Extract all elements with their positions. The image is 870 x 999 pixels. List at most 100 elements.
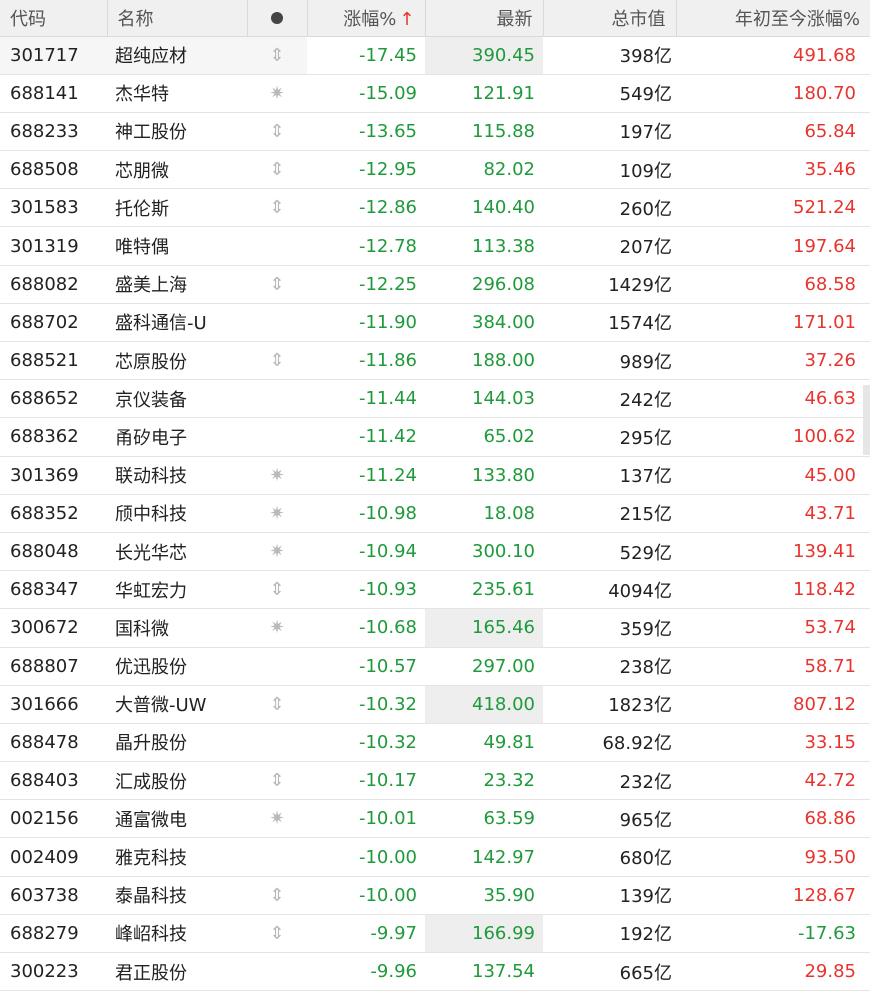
cell-ytd: 46.63 xyxy=(804,388,856,410)
cell-code: 688233 xyxy=(10,120,79,142)
cell-change: -10.32 xyxy=(358,731,417,753)
cell-market-cap: 137亿 xyxy=(619,466,672,488)
cell-market-cap: 965亿 xyxy=(619,809,672,831)
cell-market-cap: 242亿 xyxy=(619,389,672,411)
margin-flag-icon: ✷ xyxy=(269,617,285,639)
table-row[interactable]: 301717 超纯应材 ⇕ -17.45 390.45 398亿 491.68 xyxy=(0,36,870,75)
cell-ytd: 93.50 xyxy=(804,846,856,868)
table-row[interactable]: 688807 优迅股份 -10.57 297.00 238亿 58.71 xyxy=(0,647,870,686)
cell-price: 300.10 xyxy=(472,541,535,563)
table-row[interactable]: 688702 盛科通信-U -11.90 384.00 1574亿 171.01 xyxy=(0,303,870,342)
cell-code: 688403 xyxy=(10,770,79,792)
table-row[interactable]: 301319 唯特偶 -12.78 113.38 207亿 197.64 xyxy=(0,227,870,266)
table-row[interactable]: 301369 联动科技 ✷ -11.24 133.80 137亿 45.00 xyxy=(0,456,870,495)
cell-code: 688082 xyxy=(10,273,79,295)
cell-market-cap: 260亿 xyxy=(619,198,672,220)
margin-flag-icon: ✷ xyxy=(269,808,285,830)
cell-name: 盛美上海 xyxy=(115,275,187,297)
column-header-name[interactable]: 名称 xyxy=(107,0,248,37)
cell-change: -15.09 xyxy=(358,82,417,104)
table-row[interactable]: 688521 芯原股份 ⇕ -11.86 188.00 989亿 37.26 xyxy=(0,342,870,380)
margin-flag-icon: ✷ xyxy=(269,541,285,563)
cell-name: 国科微 xyxy=(115,618,169,640)
table-row[interactable]: 688362 甬矽电子 -11.42 65.02 295亿 100.62 xyxy=(0,418,870,457)
cell-change: -10.94 xyxy=(358,541,417,563)
cell-change: -10.17 xyxy=(358,770,417,792)
cell-ytd: -17.63 xyxy=(797,922,856,944)
margin-flag-icon xyxy=(247,380,307,418)
cell-change: -12.86 xyxy=(358,197,417,219)
cell-code: 300672 xyxy=(10,617,79,639)
column-header-market-cap[interactable]: 总市值 xyxy=(543,0,677,37)
cell-price: 82.02 xyxy=(483,159,535,181)
cell-code: 688048 xyxy=(10,541,79,563)
table-row[interactable]: 002156 通富微电 ✷ -10.01 63.59 965亿 68.86 xyxy=(0,800,870,838)
cell-code: 688702 xyxy=(10,311,79,333)
cell-name: 颀中科技 xyxy=(115,504,187,526)
column-header-change[interactable]: 涨幅% ↑ xyxy=(307,0,426,37)
cell-change: -17.45 xyxy=(358,44,417,66)
cell-ytd: 118.42 xyxy=(793,579,856,601)
table-row[interactable]: 688082 盛美上海 ⇕ -12.25 296.08 1429亿 68.58 xyxy=(0,265,870,304)
cell-name: 芯朋微 xyxy=(115,160,169,182)
cell-change: -11.42 xyxy=(358,426,417,448)
cell-market-cap: 295亿 xyxy=(619,427,672,449)
table-row[interactable]: 688279 峰岹科技 ⇕ -9.97 166.99 192亿 -17.63 xyxy=(0,914,870,953)
table-row[interactable]: 688048 长光华芯 ✷ -10.94 300.10 529亿 139.41 xyxy=(0,532,870,571)
table-row[interactable]: 002409 雅克科技 -10.00 142.97 680亿 93.50 xyxy=(0,838,870,877)
cell-change: -11.86 xyxy=(358,350,417,372)
cell-price: 296.08 xyxy=(472,273,535,295)
cell-name: 汇成股份 xyxy=(115,771,187,793)
cell-code: 688652 xyxy=(10,388,79,410)
margin-flag-icon xyxy=(247,227,307,265)
cell-code: 301717 xyxy=(0,36,107,75)
table-row[interactable]: 688141 杰华特 ✷ -15.09 121.91 549亿 180.70 xyxy=(0,74,870,113)
cell-code: 688352 xyxy=(10,502,79,524)
table-row[interactable]: 688352 颀中科技 ✷ -10.98 18.08 215亿 43.71 xyxy=(0,494,870,533)
cell-market-cap: 215亿 xyxy=(619,504,672,526)
cell-name: 神工股份 xyxy=(115,122,187,144)
table-row[interactable]: 301666 大普微-UW ⇕ -10.32 418.00 1823亿 807.12 xyxy=(0,685,870,724)
table-row[interactable]: 688652 京仪装备 -11.44 144.03 242亿 46.63 xyxy=(0,380,870,418)
cell-ytd: 42.72 xyxy=(804,770,856,792)
column-header-mark[interactable] xyxy=(247,0,308,37)
margin-flag-icon xyxy=(247,418,307,456)
cell-ytd: 521.24 xyxy=(793,197,856,219)
column-header-ytd[interactable]: 年初至今涨幅% xyxy=(676,0,870,37)
cell-name: 晶升股份 xyxy=(115,733,187,755)
cell-ytd: 65.84 xyxy=(804,120,856,142)
column-header-code[interactable]: 代码 xyxy=(0,0,108,37)
cell-code: 301666 xyxy=(10,693,79,715)
margin-flag-icon: ⇕ xyxy=(269,579,285,601)
table-row[interactable]: 688403 汇成股份 ⇕ -10.17 23.32 232亿 42.72 xyxy=(0,762,870,800)
cell-price: 418.00 xyxy=(425,685,543,724)
cell-change: -11.44 xyxy=(358,388,417,410)
table-row[interactable]: 301583 托伦斯 ⇕ -12.86 140.40 260亿 521.24 xyxy=(0,189,870,227)
cell-name: 盛科通信-U xyxy=(115,313,207,335)
cell-ytd: 139.41 xyxy=(793,541,856,563)
column-header-change-label: 涨幅% xyxy=(343,8,397,30)
cell-name: 芯原股份 xyxy=(115,351,187,373)
table-row[interactable]: 688478 晶升股份 -10.32 49.81 68.92亿 33.15 xyxy=(0,723,870,762)
table-row[interactable]: 688347 华虹宏力 ⇕ -10.93 235.61 4094亿 118.42 xyxy=(0,571,870,609)
margin-flag-icon: ⇕ xyxy=(269,884,285,906)
column-header-price[interactable]: 最新 xyxy=(425,0,544,37)
cell-market-cap: 4094亿 xyxy=(608,580,672,602)
cell-change: -11.24 xyxy=(358,464,417,486)
cell-price: 297.00 xyxy=(472,655,535,677)
table-row[interactable]: 688508 芯朋微 ⇕ -12.95 82.02 109亿 35.46 xyxy=(0,151,870,189)
cell-price: 166.99 xyxy=(425,914,543,953)
table-row[interactable]: 300672 国科微 ✷ -10.68 165.46 359亿 53.74 xyxy=(0,608,870,647)
cell-market-cap: 238亿 xyxy=(619,657,672,679)
table-row[interactable]: 603738 泰晶科技 ⇕ -10.00 35.90 139亿 128.67 xyxy=(0,876,870,915)
cell-code: 002409 xyxy=(10,846,79,868)
table-header-row: 代码 名称 涨幅% ↑ 最新 总市值 年初至今涨幅% xyxy=(0,0,870,37)
cell-market-cap: 549亿 xyxy=(619,84,672,106)
margin-flag-icon: ⇕ xyxy=(269,770,285,792)
table-row[interactable]: 300223 君正股份 -9.96 137.54 665亿 29.85 xyxy=(0,953,870,991)
margin-flag-icon xyxy=(247,723,307,761)
scrollbar-thumb[interactable] xyxy=(863,385,870,455)
cell-code: 688347 xyxy=(10,579,79,601)
cell-name: 杰华特 xyxy=(115,84,169,106)
table-row[interactable]: 688233 神工股份 ⇕ -13.65 115.88 197亿 65.84 xyxy=(0,112,870,151)
